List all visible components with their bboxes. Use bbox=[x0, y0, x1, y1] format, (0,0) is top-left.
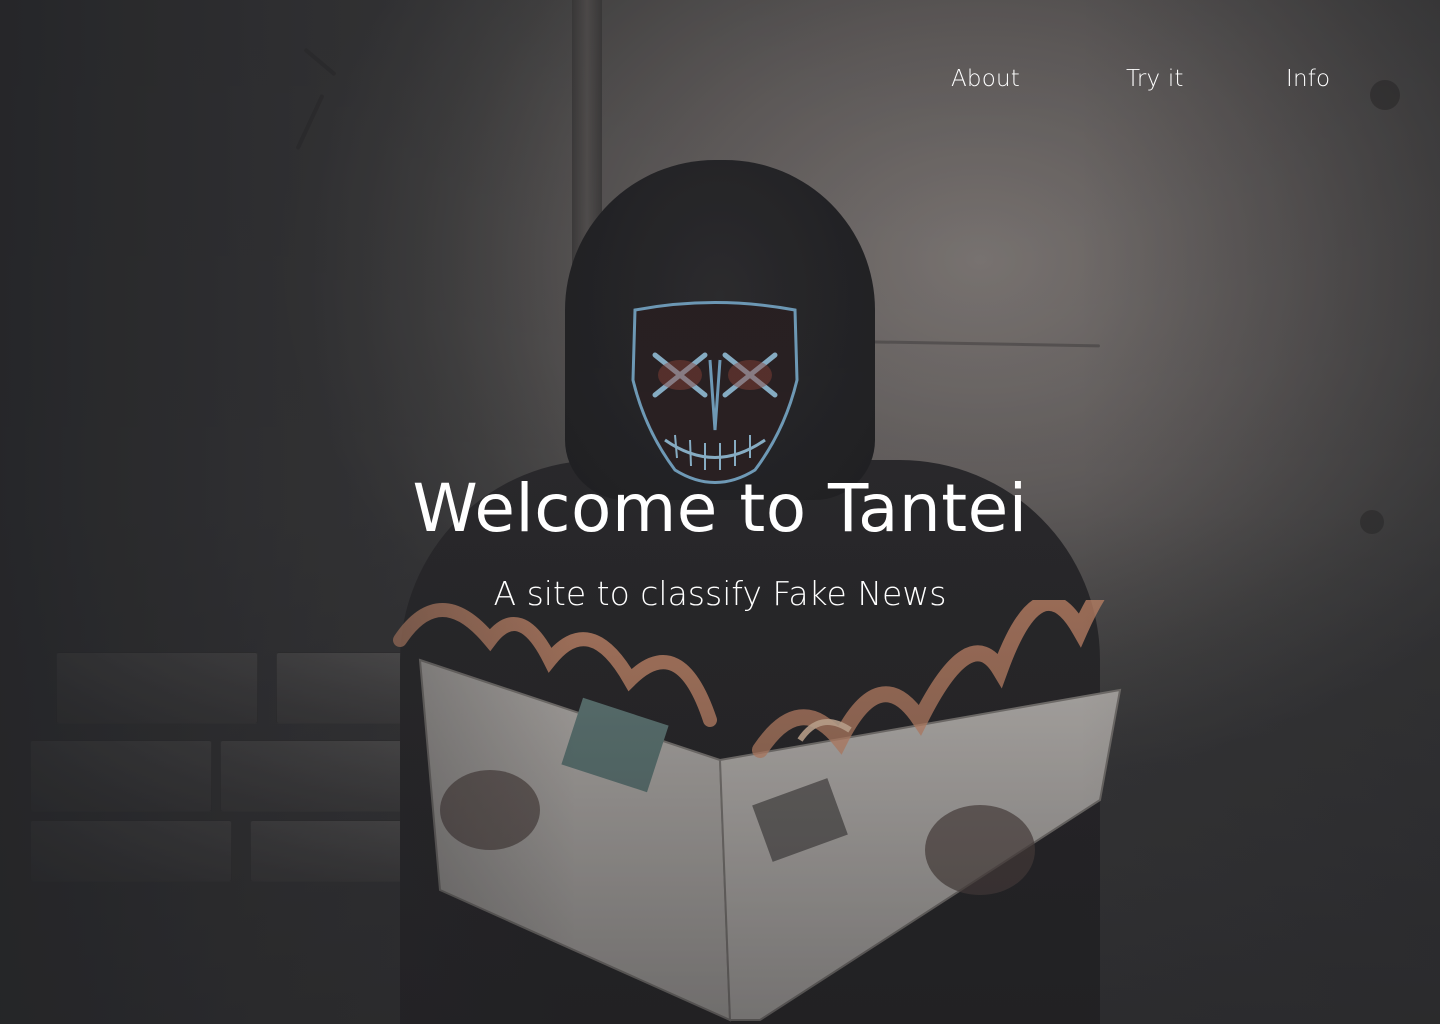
nav-link-try-it[interactable]: Try it bbox=[1126, 66, 1184, 92]
nav-link-about[interactable]: About bbox=[951, 66, 1020, 92]
nav-link-info[interactable]: Info bbox=[1286, 66, 1330, 92]
hero-title: Welcome to Tantei bbox=[412, 470, 1028, 547]
hero-subtitle: A site to classify Fake News bbox=[493, 574, 947, 613]
